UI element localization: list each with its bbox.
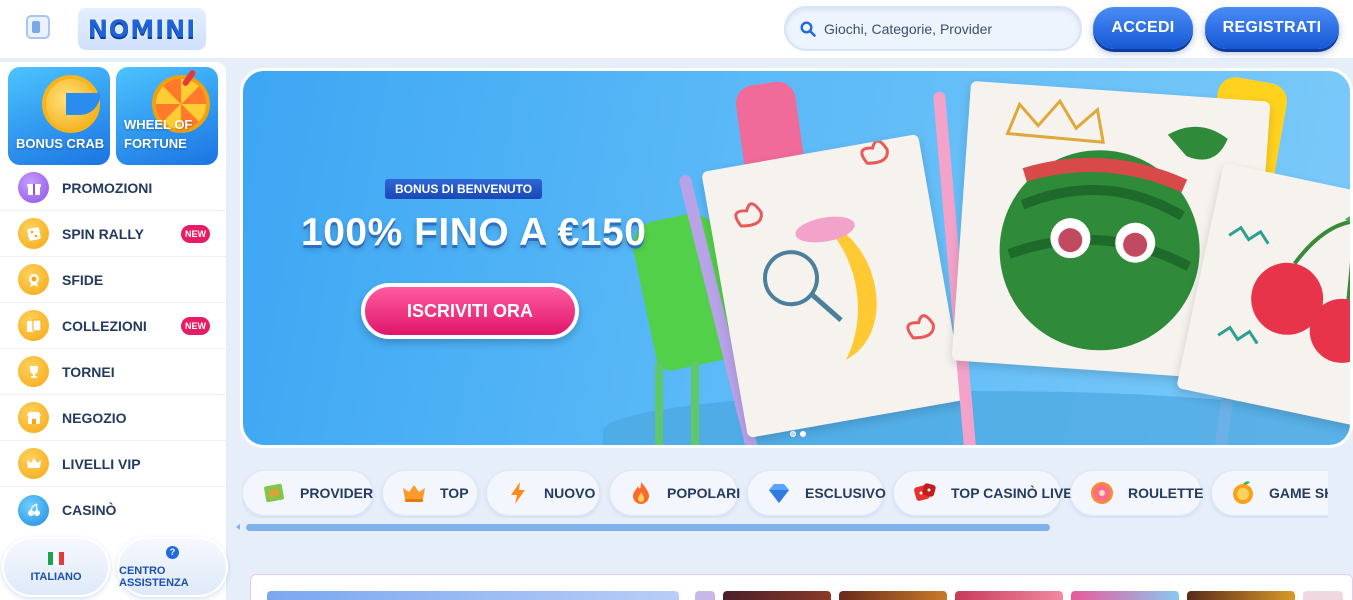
tab-provider[interactable]: PROVIDER [242,470,373,516]
dice-icon [914,483,936,501]
tabs-scrollbar[interactable] [236,524,1328,532]
bonus-crab-tile[interactable]: BONUS CRAB [8,67,110,165]
logo-text: NOMINI [87,15,197,43]
sidebar-item-negozio[interactable]: NEGOZIO [0,395,226,441]
search-icon [800,21,816,37]
cards-icon [18,310,49,341]
moon-flag [701,133,965,439]
tab-label: NUOVO [544,485,596,501]
help-center-button[interactable]: ? CENTRO ASSISTENZA [117,537,228,597]
sidebar-icon [32,21,40,33]
welcome-bonus-tag: BONUS DI BENVENUTO [385,179,543,199]
login-button[interactable]: ACCEDI [1093,7,1193,49]
diamond-icon [769,484,789,503]
language-label: ITALIANO [30,570,82,583]
tab-label: POPOLARI [667,485,741,501]
shop-icon [18,402,49,433]
sidebar-item-spin-rally[interactable]: SPIN RALLY NEW [0,211,226,257]
sidebar-toggle-button[interactable] [26,15,50,39]
question-icon: ? [166,545,179,559]
crown-icon [403,485,425,502]
sidebar-item-label: COLLEZIONI [62,317,147,334]
carousel-dot[interactable] [790,431,796,437]
carousel-dots [790,431,806,437]
game-thumbnail[interactable] [723,591,831,600]
tab-label: GAME SHO [1269,485,1328,501]
sidebar-item-tornei[interactable]: TORNEI [0,349,226,395]
sidebar-item-label: TORNEI [62,363,115,380]
crown-icon [18,448,49,479]
tab-nuovo[interactable]: NUOVO [486,470,600,516]
tab-label: ROULETTE [1128,485,1204,501]
tab-top-casino-live[interactable]: TOP CASINÒ LIVE [893,470,1073,516]
carousel-dot-active[interactable] [800,431,806,437]
game-thumbnail[interactable] [839,591,947,600]
search-input[interactable] [824,16,1064,42]
sidebar-item-label: CASINÒ [62,502,117,518]
signup-now-button[interactable]: ISCRIVITI ORA [361,283,579,339]
fire-icon [633,482,649,504]
sidebar: BONUS CRAB WHEEL OF FORTUNE PROMOZIONI S… [0,62,226,600]
donut-icon [1091,482,1113,504]
language-button[interactable]: ITALIANO [2,537,110,597]
wheel-of-fortune-tile[interactable]: WHEEL OF FORTUNE [116,67,218,165]
bonus-crab-icon [42,75,100,133]
hero-banner[interactable]: BONUS DI BENVENUTO 100% FINO A €150 ISCR… [240,68,1353,448]
tab-top[interactable]: TOP [382,470,478,516]
tab-label: TOP CASINÒ LIVE [951,485,1073,501]
tab-label: TOP [440,485,469,501]
gift-icon [18,172,49,203]
new-badge: NEW [181,224,210,243]
game-thumbnail[interactable] [1187,591,1295,600]
sidebar-item-livelli-vip[interactable]: LIVELLI VIP [0,441,226,487]
flag-pole [691,361,699,445]
scroll-left-arrow-icon[interactable] [236,524,240,530]
book-icon [264,483,284,503]
help-center-label: CENTRO ASSISTENZA [119,564,189,589]
tab-esclusivo[interactable]: ESCLUSIVO [747,470,886,516]
game-thumbnail[interactable] [267,591,679,600]
sidebar-nav: PROMOZIONI SPIN RALLY NEW SFIDE COLLEZIO… [0,165,226,533]
sidebar-item-promozioni[interactable]: PROMOZIONI [0,165,226,211]
sidebar-item-label: SFIDE [62,271,104,288]
games-section [250,574,1353,600]
hero-illustration [243,71,1350,445]
cherry-icon [18,494,49,526]
sidebar-item-label: NEGOZIO [62,409,127,426]
orange-icon [1233,481,1253,504]
tab-popolari[interactable]: POPOLARI [609,470,741,516]
register-button[interactable]: REGISTRATI [1205,7,1339,49]
game-thumbnail[interactable] [955,591,1063,600]
bonus-crab-label: BONUS CRAB [16,136,105,151]
sidebar-item-label: PROMOZIONI [62,179,153,196]
tab-game-show[interactable]: GAME SHO [1211,470,1328,516]
category-tabs: PROVIDER TOP NUOVO POPOLARI ESCLUSIVO TO… [242,468,1328,518]
wheel-of-fortune-label: WHEEL OF FORTUNE [124,117,193,151]
new-badge: NEW [181,316,210,335]
medal-icon [18,264,49,295]
sidebar-item-casino[interactable]: CASINÒ [0,487,226,533]
puzzle-icon [18,218,49,249]
search-bar[interactable] [784,6,1082,51]
game-thumbnail[interactable] [1071,591,1179,600]
tab-label: ESCLUSIVO [805,485,886,501]
top-header: NOMINI ACCEDI REGISTRATI [0,0,1353,58]
italy-flag-icon [48,551,64,565]
hero-title: 100% FINO A €150 [301,211,647,254]
logo[interactable]: NOMINI [78,8,206,50]
game-thumbnail[interactable] [695,591,715,600]
sidebar-item-label: SPIN RALLY [62,225,144,242]
game-thumbnail[interactable] [1303,591,1343,600]
sidebar-item-sfide[interactable]: SFIDE [0,257,226,303]
sidebar-item-label: LIVELLI VIP [62,455,141,472]
sidebar-item-collezioni[interactable]: COLLEZIONI NEW [0,303,226,349]
lightning-icon [511,482,525,504]
tab-label: PROVIDER [300,485,374,501]
trophy-icon [18,356,49,387]
flag-pole [655,361,663,445]
tabs-scrollbar-thumb[interactable] [246,524,1050,531]
tab-roulette[interactable]: ROULETTE [1070,470,1204,516]
